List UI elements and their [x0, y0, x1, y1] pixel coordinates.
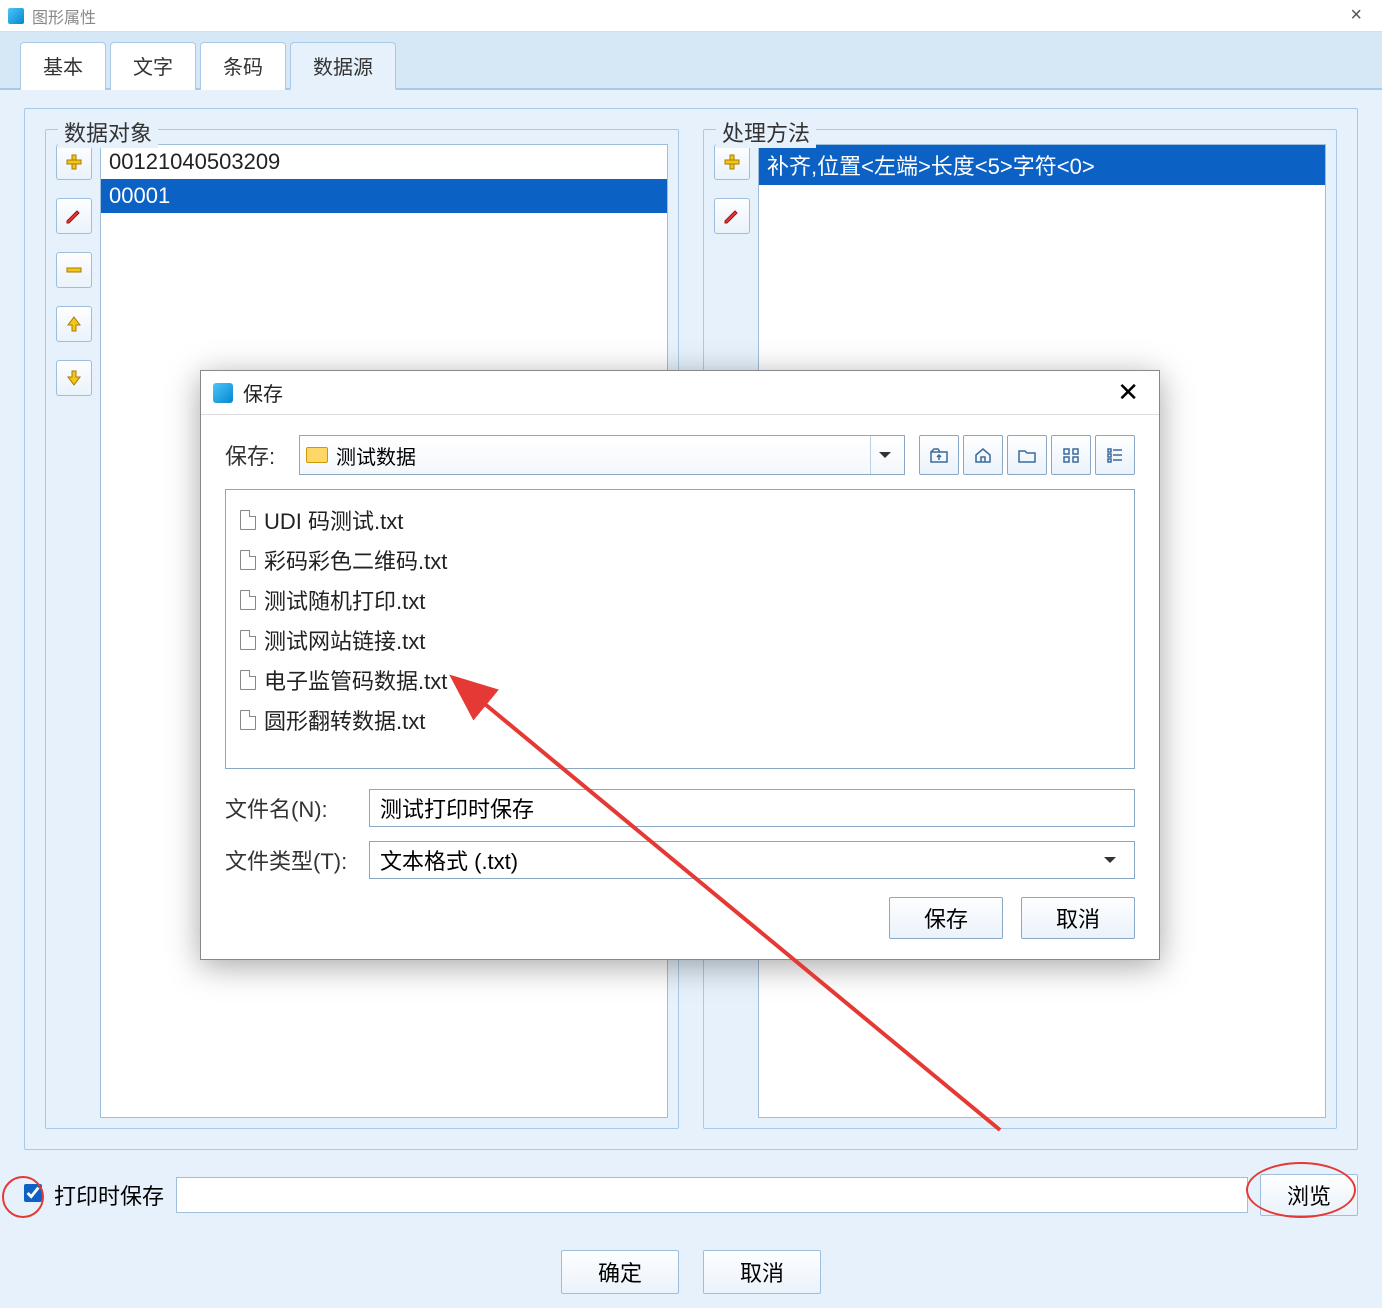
edit-button[interactable]	[56, 198, 92, 234]
filename-input[interactable]	[369, 789, 1135, 827]
save-dialog-title: 保存	[243, 378, 283, 407]
save-dialog-actions: 保存 取消	[225, 897, 1135, 939]
chevron-down-icon[interactable]	[870, 436, 898, 474]
edit-button[interactable]	[714, 198, 750, 234]
filetype-combo[interactable]: 文本格式 (.txt)	[369, 841, 1135, 879]
process-method-label: 处理方法	[716, 116, 816, 148]
data-object-label: 数据对象	[58, 116, 158, 148]
list-item[interactable]: 00121040503209	[101, 145, 667, 179]
home-icon[interactable]	[963, 435, 1003, 475]
move-up-button[interactable]	[56, 306, 92, 342]
file-item[interactable]: UDI 码测试.txt	[240, 500, 1120, 540]
tab-strip: 基本 文字 条码 数据源	[0, 32, 1382, 90]
ok-button[interactable]: 确定	[561, 1250, 679, 1294]
add-button[interactable]	[714, 144, 750, 180]
document-icon	[240, 510, 256, 530]
move-down-button[interactable]	[56, 360, 92, 396]
save-on-print-label: 打印时保存	[54, 1179, 164, 1211]
icon-view-icon[interactable]	[1051, 435, 1091, 475]
tab-text[interactable]: 文字	[110, 42, 196, 90]
cancel-button[interactable]: 取消	[703, 1250, 821, 1294]
save-dialog: 保存 ✕ 保存: 测试数据 UDI	[200, 370, 1160, 960]
content-area: 数据对象 00121040503209 00001 处理方法 补齐,位置<左端>…	[0, 90, 1382, 1308]
data-object-toolbar	[56, 144, 92, 1118]
folder-icon	[306, 447, 328, 463]
file-item[interactable]: 测试网站链接.txt	[240, 620, 1120, 660]
tab-basic[interactable]: 基本	[20, 42, 106, 90]
save-on-print-row: 打印时保存 浏览	[24, 1174, 1358, 1216]
remove-button[interactable]	[56, 252, 92, 288]
up-folder-icon[interactable]	[919, 435, 959, 475]
close-icon[interactable]: ×	[1338, 4, 1374, 27]
filename-label: 文件名(N):	[225, 792, 355, 824]
location-combo[interactable]: 测试数据	[299, 435, 905, 475]
file-item[interactable]: 电子监管码数据.txt	[240, 660, 1120, 700]
document-icon	[240, 590, 256, 610]
close-icon[interactable]: ✕	[1109, 377, 1147, 408]
tab-datasource[interactable]: 数据源	[290, 42, 396, 90]
title-bar: 图形属性 ×	[0, 0, 1382, 32]
document-icon	[240, 550, 256, 570]
list-item[interactable]: 补齐,位置<左端>长度<5>字符<0>	[759, 145, 1325, 185]
document-icon	[240, 630, 256, 650]
dialog-footer: 确定 取消	[0, 1250, 1382, 1294]
new-folder-icon[interactable]	[1007, 435, 1047, 475]
location-label: 保存:	[225, 439, 285, 471]
file-list[interactable]: UDI 码测试.txt 彩码彩色二维码.txt 测试随机打印.txt 测试网站链…	[225, 489, 1135, 769]
list-view-icon[interactable]	[1095, 435, 1135, 475]
save-path-input[interactable]	[176, 1177, 1248, 1213]
file-item[interactable]: 测试随机打印.txt	[240, 580, 1120, 620]
location-value: 测试数据	[336, 441, 862, 470]
filetype-label: 文件类型(T):	[225, 844, 355, 876]
window-title: 图形属性	[32, 4, 96, 28]
tab-barcode[interactable]: 条码	[200, 42, 286, 90]
save-on-print-checkbox[interactable]	[24, 1184, 42, 1202]
dialog-toolbar	[919, 435, 1135, 475]
document-icon	[240, 670, 256, 690]
add-button[interactable]	[56, 144, 92, 180]
document-icon	[240, 710, 256, 730]
save-button[interactable]: 保存	[889, 897, 1003, 939]
browse-button[interactable]: 浏览	[1260, 1174, 1358, 1216]
chevron-down-icon[interactable]	[1096, 842, 1124, 878]
save-dialog-titlebar: 保存 ✕	[201, 371, 1159, 415]
file-item[interactable]: 彩码彩色二维码.txt	[240, 540, 1120, 580]
list-item[interactable]: 00001	[101, 179, 667, 213]
cancel-button[interactable]: 取消	[1021, 897, 1135, 939]
filetype-value: 文本格式 (.txt)	[380, 844, 1088, 876]
file-item[interactable]: 圆形翻转数据.txt	[240, 700, 1120, 740]
app-icon	[213, 383, 233, 403]
app-icon	[8, 8, 24, 24]
